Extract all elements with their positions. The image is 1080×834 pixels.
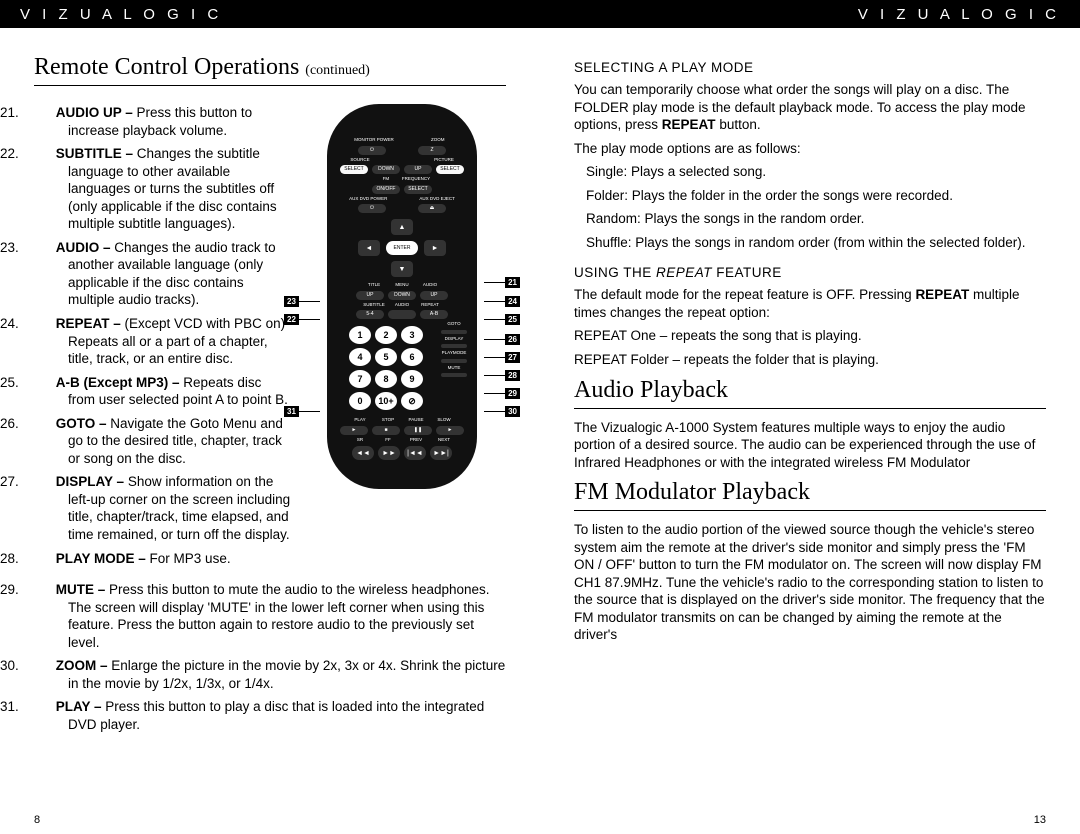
operation-item: 23. AUDIO – Changes the audio track to a…	[34, 239, 292, 309]
operation-item: 30. ZOOM – Enlarge the picture in the mo…	[34, 657, 506, 692]
page-spread: V I Z U A L O G I C Remote Control Opera…	[0, 0, 1080, 834]
left-page: V I Z U A L O G I C Remote Control Opera…	[0, 0, 540, 834]
operation-item: 21. AUDIO UP – Press this button to incr…	[34, 104, 292, 139]
right-content: SELECTING A PLAY MODE You can temporaril…	[540, 28, 1080, 644]
playmode-options: Single: Plays a selected song. Folder: Pl…	[574, 163, 1046, 251]
section-title-audio: Audio Playback	[574, 377, 1046, 409]
callout-30: 30	[484, 406, 520, 417]
remote-diagram: MONITOR POWERZOOM ⏻Z SOURCEPICTURE SELEC…	[302, 96, 502, 573]
side-buttons: GOTO DISPLAY PLAYMODE MUTE	[441, 322, 467, 414]
header-left: V I Z U A L O G I C	[0, 0, 540, 28]
p-audio: The Vizualogic A-1000 System features mu…	[574, 419, 1046, 472]
operation-item: 31. PLAY – Press this button to play a d…	[34, 698, 506, 733]
operation-item: 28. PLAY MODE – For MP3 use.	[34, 550, 292, 568]
left-content: Remote Control Operations (continued) 21…	[0, 28, 540, 734]
remote-body: MONITOR POWERZOOM ⏻Z SOURCEPICTURE SELEC…	[327, 104, 477, 489]
p-repeat-folder: REPEAT Folder – repeats the folder that …	[574, 351, 1046, 369]
playmode-option: Folder: Plays the folder in the order th…	[586, 187, 1046, 205]
callout-26: 26	[484, 334, 520, 345]
operations-list-a: 21. AUDIO UP – Press this button to incr…	[34, 104, 292, 567]
transport-row: ◄◄ ►► |◄◄ ►►|	[337, 446, 467, 460]
callout-29: 29	[484, 388, 520, 399]
p-options-intro: The play mode options are as follows:	[574, 140, 1046, 158]
numpad: 123456789010+⊘	[349, 326, 423, 410]
right-page: V I Z U A L O G I C SELECTING A PLAY MOD…	[540, 0, 1080, 834]
subhead-repeat: USING THE REPEAT FEATURE	[574, 265, 1046, 280]
brand-logo: V I Z U A L O G I C	[20, 6, 222, 23]
left-columns: 21. AUDIO UP – Press this button to incr…	[34, 96, 506, 573]
left-text-col: 21. AUDIO UP – Press this button to incr…	[34, 96, 292, 573]
callout-27: 27	[484, 352, 520, 363]
playmode-option: Single: Plays a selected song.	[586, 163, 1046, 181]
playmode-option: Random: Plays the songs in the random or…	[586, 210, 1046, 228]
callout-24: 24	[484, 296, 520, 307]
operation-item: 29. MUTE – Press this button to mute the…	[34, 581, 506, 651]
operation-item: 26. GOTO – Navigate the Goto Menu and go…	[34, 415, 292, 468]
callout-21: 21	[484, 277, 520, 288]
dpad: ▲ ◄ ► ▼ ENTER	[352, 217, 452, 279]
operation-item: 25. A-B (Except MP3) – Repeats disc from…	[34, 374, 292, 409]
header-right: V I Z U A L O G I C	[540, 0, 1080, 28]
title-sub: (continued)	[305, 63, 370, 78]
section-title-remote: Remote Control Operations (continued)	[34, 54, 506, 86]
page-number-right: 13	[1034, 814, 1046, 826]
subhead-playmode: SELECTING A PLAY MODE	[574, 60, 1046, 75]
operation-item: 22. SUBTITLE – Changes the subtitle lang…	[34, 145, 292, 233]
operation-item: 24. REPEAT – (Except VCD with PBC on) Re…	[34, 315, 292, 368]
page-number-left: 8	[34, 814, 40, 826]
callout-23: 23	[284, 296, 320, 307]
callout-28: 28	[484, 370, 520, 381]
p-playmode-intro: You can temporarily choose what order th…	[574, 81, 1046, 134]
p-repeat-one: REPEAT One – repeats the song that is pl…	[574, 327, 1046, 345]
section-title-fm: FM Modulator Playback	[574, 479, 1046, 511]
playmode-option: Shuffle: Plays the songs in random order…	[586, 234, 1046, 252]
operations-list-b: 29. MUTE – Press this button to mute the…	[34, 581, 506, 733]
callout-22: 22	[284, 314, 320, 325]
title-text: Remote Control Operations	[34, 54, 299, 80]
operation-item: 27. DISPLAY – Show information on the le…	[34, 473, 292, 543]
p-repeat-intro: The default mode for the repeat feature …	[574, 286, 1046, 321]
brand-logo-right: V I Z U A L O G I C	[858, 6, 1060, 23]
callout-31: 31	[284, 406, 320, 417]
p-fm: To listen to the audio portion of the vi…	[574, 521, 1046, 644]
callout-25: 25	[484, 314, 520, 325]
